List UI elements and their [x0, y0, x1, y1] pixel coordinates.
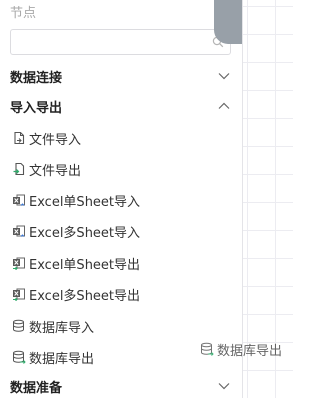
node-item-label: 文件导入 [29, 132, 82, 148]
node-search-input[interactable] [17, 31, 211, 55]
chevron-up-icon [218, 102, 230, 109]
database-import-icon [13, 319, 24, 332]
node-item-label: Excel多Sheet导出 [29, 288, 141, 304]
node-item-excel-single-export[interactable]: Excel单Sheet导出 [12, 252, 232, 274]
node-item-label: 数据库导入 [29, 320, 95, 336]
panel-scrollbar-thumb[interactable] [214, 0, 242, 44]
node-item-excel-multi-import[interactable]: Excel多Sheet导入 [12, 220, 232, 242]
group-label: 数据连接 [10, 70, 63, 86]
file-export-icon [13, 162, 25, 176]
node-search-box[interactable] [10, 29, 231, 55]
node-item-label: Excel单Sheet导出 [29, 257, 141, 273]
node-item-database-export[interactable]: 数据库导出 [12, 346, 232, 368]
group-import-export[interactable]: 导入导出 [10, 95, 232, 117]
node-item-label: Excel多Sheet导入 [29, 225, 141, 241]
node-item-excel-multi-export[interactable]: Excel多Sheet导出 [12, 283, 232, 305]
excel-export-icon [13, 257, 25, 270]
node-panel-heading: 节点 [10, 6, 37, 21]
file-import-icon [14, 131, 25, 145]
excel-import-icon [13, 194, 25, 206]
group-data-connection[interactable]: 数据连接 [10, 65, 232, 87]
node-item-label: 文件导出 [29, 163, 82, 179]
node-item-database-import[interactable]: 数据库导入 [12, 315, 232, 337]
excel-import-icon [13, 225, 25, 237]
workflow-editor: 节点 数据连接 导入导出 文件导入 文件导出 Excel单Sheet导入 Exc… [0, 0, 293, 398]
node-item-label: Excel单Sheet导入 [29, 194, 141, 210]
group-label: 导入导出 [10, 100, 63, 116]
dragged-node-ghost[interactable]: 数据库导出 [200, 338, 282, 360]
group-label: 数据准备 [10, 380, 63, 396]
node-item-excel-single-import[interactable]: Excel单Sheet导入 [12, 189, 232, 211]
node-item-file-import[interactable]: 文件导入 [12, 127, 232, 149]
database-export-icon [201, 342, 214, 356]
group-data-preparation[interactable]: 数据准备 [10, 375, 232, 397]
node-item-file-export[interactable]: 文件导出 [12, 158, 232, 180]
node-item-label: 数据库导出 [29, 351, 95, 367]
chevron-down-icon [218, 73, 230, 80]
excel-export-icon [13, 288, 25, 301]
dragged-node-label: 数据库导出 [217, 343, 283, 359]
chevron-down-icon [218, 383, 230, 390]
database-export-icon [13, 350, 26, 364]
